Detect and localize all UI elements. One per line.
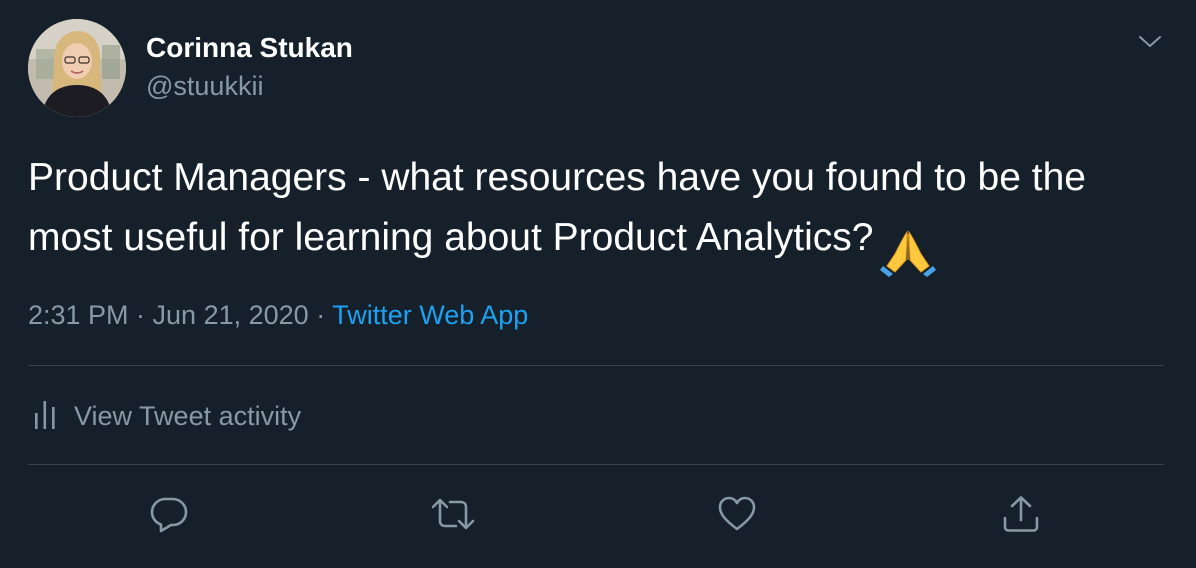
reply-button[interactable] [147, 494, 191, 538]
tweet-source-link[interactable]: Twitter Web App [332, 300, 528, 330]
share-icon [1001, 494, 1041, 539]
folded-hands-emoji: 🙏 [879, 228, 937, 278]
divider [28, 464, 1164, 465]
avatar[interactable] [28, 19, 126, 117]
meta-separator: · [308, 300, 333, 330]
bar-chart-icon [34, 399, 56, 434]
tweet-meta: 2:31 PM · Jun 21, 2020 · Twitter Web App [28, 296, 528, 334]
view-tweet-activity-label: View Tweet activity [74, 401, 302, 431]
retweet-icon [430, 494, 476, 539]
tweet-body: Product Managers - what resources have y… [28, 148, 1178, 278]
heart-icon [717, 494, 757, 539]
tweet-timestamp[interactable]: 2:31 PM · Jun 21, 2020 [28, 300, 309, 330]
more-options-button[interactable] [1132, 30, 1168, 58]
chevron-down-icon [1138, 35, 1162, 54]
divider [28, 365, 1164, 366]
view-tweet-activity-button[interactable]: View Tweet activity [34, 396, 301, 436]
tweet-card: Corinna Stukan @stuukkii Product Manager… [0, 0, 1196, 568]
share-button[interactable] [999, 494, 1043, 538]
like-button[interactable] [715, 494, 759, 538]
author-handle[interactable]: @stuukkii [146, 70, 263, 102]
retweet-button[interactable] [431, 494, 475, 538]
author-display-name[interactable]: Corinna Stukan [146, 31, 353, 65]
reply-icon [149, 494, 189, 539]
